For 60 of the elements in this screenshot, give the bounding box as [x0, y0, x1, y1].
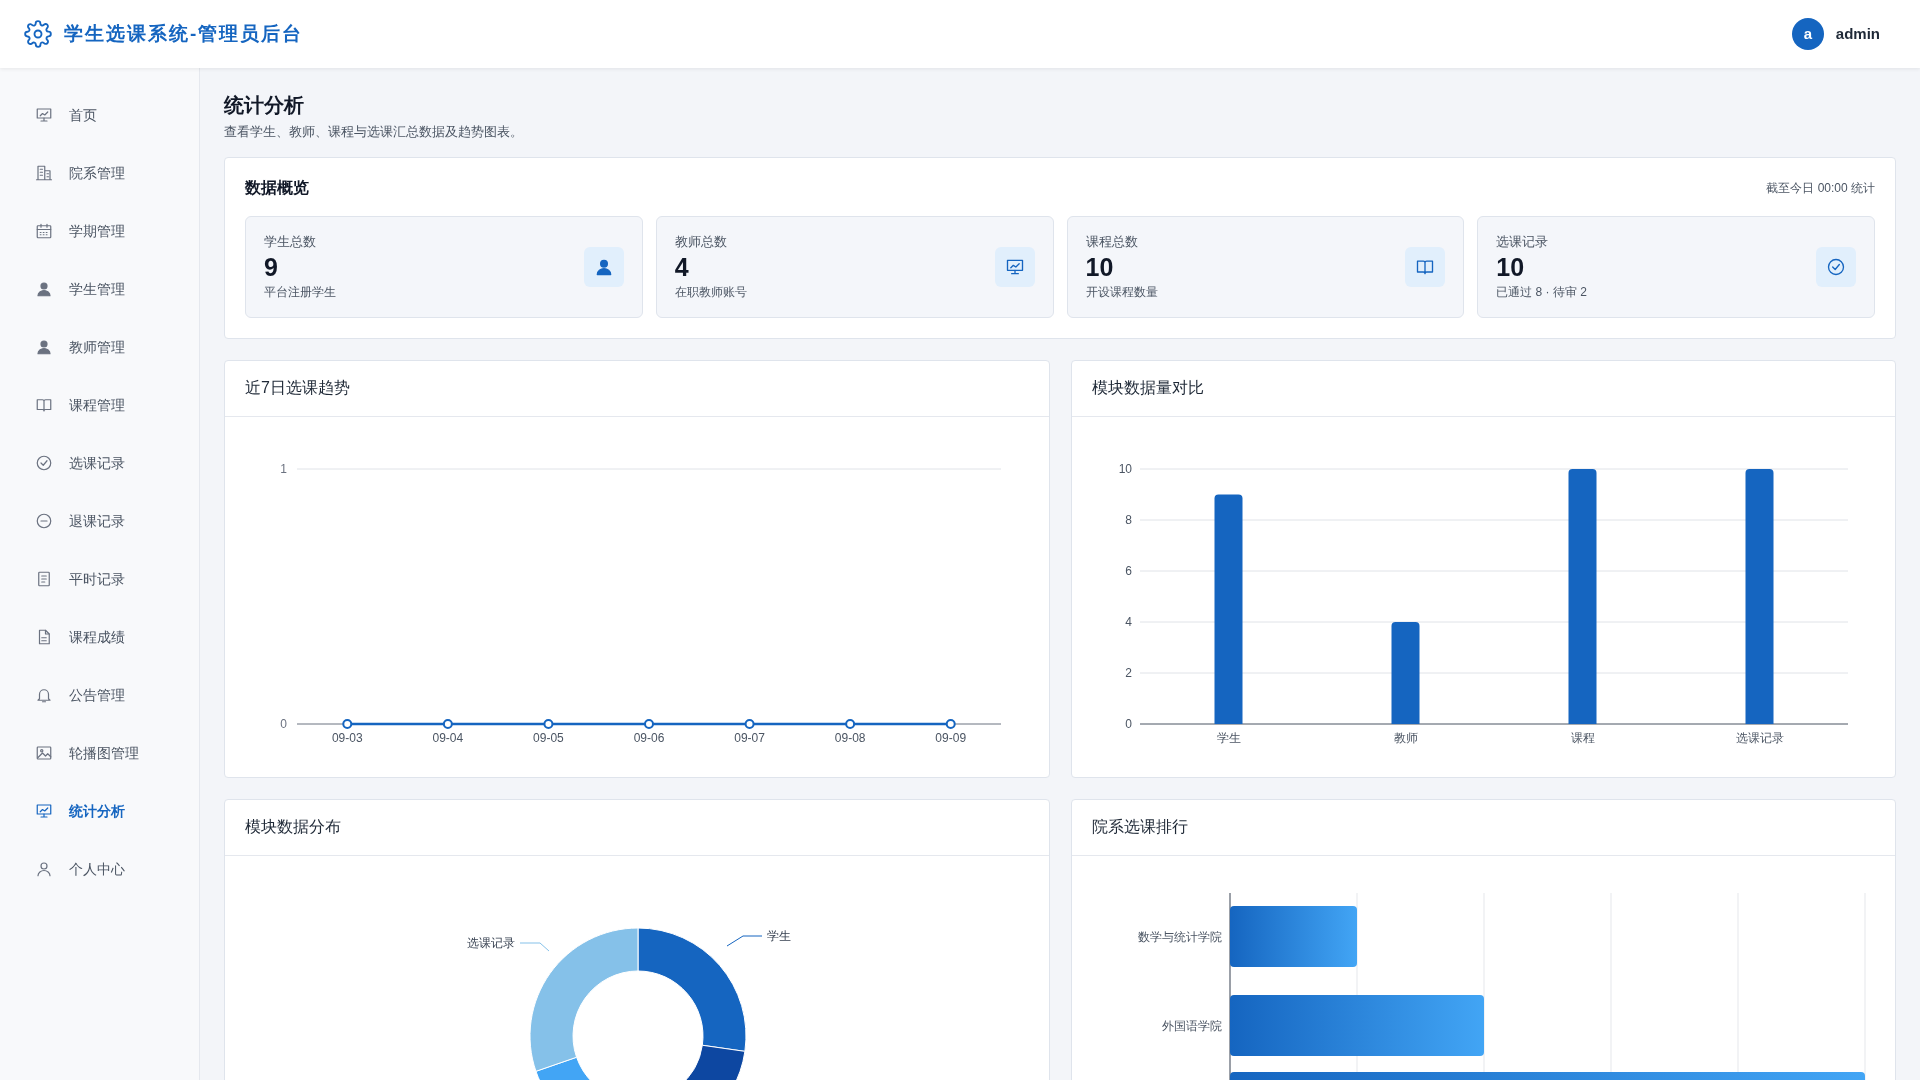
stat-value: 10 [1085, 252, 1115, 284]
stat-caption: 在职教师账号 [674, 284, 747, 302]
stat-value: 10 [1496, 252, 1526, 284]
axis-tick-label: 选课记录 [1735, 730, 1783, 745]
axis-tick-label: 0 [280, 716, 287, 731]
sidebar-item[interactable]: 选课记录 [0, 434, 199, 492]
axis-tick-label: 0 [1124, 716, 1132, 731]
axis-tick-label: 09-05 [533, 730, 564, 745]
axis-tick-label: 课程 [1570, 730, 1594, 745]
page-title: 统计分析 [224, 93, 305, 118]
card-title: 模块数据分布 [245, 817, 341, 837]
app-title: 学生选课系统-管理员后台 [64, 21, 304, 46]
axis-tick-label: 学生 [1216, 730, 1240, 745]
axis-tick-label: 数学与统计学院 [1137, 929, 1222, 944]
axis-tick-label: 09-08 [834, 730, 866, 745]
sidebar-item[interactable]: 课程成绩 [0, 608, 199, 666]
sidebar-item[interactable]: 教师管理 [0, 318, 199, 376]
card-title: 近7日选课趋势 [245, 378, 350, 398]
sidebar-item[interactable]: 公告管理 [0, 666, 199, 724]
sidebar-item[interactable]: 学期管理 [0, 202, 199, 260]
stat-label: 学生总数 [264, 232, 317, 251]
axis-tick-label: 教师 [1393, 730, 1417, 745]
axis-tick-label: 09-07 [734, 730, 765, 745]
stat-caption: 开设课程数量 [1085, 284, 1158, 302]
axis-tick-label: 外国语学院 [1161, 1018, 1222, 1033]
stat-label: 课程总数 [1085, 232, 1139, 251]
stat-label: 教师总数 [674, 232, 728, 251]
stat-caption: 已通过 8 · 待审 2 [1496, 284, 1587, 302]
sidebar-item[interactable]: 学生管理 [0, 260, 199, 318]
axis-tick-label: 09-09 [935, 730, 967, 745]
axis-tick-label: 4 [1124, 614, 1132, 629]
stat-value: 4 [674, 252, 690, 284]
axis-tick-label: 09-06 [633, 730, 665, 745]
stat-caption: 平台注册学生 [264, 284, 336, 302]
sidebar-item[interactable]: 统计分析 [0, 782, 199, 840]
sidebar-item[interactable]: 平时记录 [0, 550, 199, 608]
sidebar-item[interactable]: 院系管理 [0, 144, 199, 202]
sidebar-item[interactable]: 轮播图管理 [0, 724, 199, 782]
sidebar-item[interactable]: 首页 [0, 86, 199, 144]
user-avatar[interactable]: a [1791, 18, 1824, 50]
stats-note: 截至今日 00:00 统计 [1766, 179, 1875, 197]
card-title: 数据概览 [245, 177, 309, 198]
card-title: 院系选课排行 [1091, 817, 1188, 837]
stat-label: 选课记录 [1496, 232, 1550, 251]
page-subtitle: 查看学生、教师、课程与选课汇总数据及趋势图表。 [224, 123, 524, 141]
axis-tick-label: 09-03 [331, 730, 363, 745]
slice-label: 选课记录 [467, 935, 515, 950]
axis-tick-label: 1 [280, 461, 287, 476]
user-name[interactable]: admin [1835, 22, 1880, 46]
card-title: 模块数据量对比 [1091, 378, 1204, 398]
slice-label: 学生 [767, 928, 791, 943]
axis-tick-label: 10 [1118, 461, 1132, 476]
axis-tick-label: 2 [1124, 665, 1132, 680]
stat-value: 9 [264, 252, 279, 284]
sidebar-item[interactable]: 个人中心 [0, 840, 199, 898]
sidebar-item[interactable]: 课程管理 [0, 376, 199, 434]
sidebar-item[interactable]: 退课记录 [0, 492, 199, 550]
axis-tick-label: 09-04 [432, 730, 464, 745]
axis-tick-label: 8 [1124, 512, 1132, 527]
axis-tick-label: 6 [1124, 563, 1132, 578]
